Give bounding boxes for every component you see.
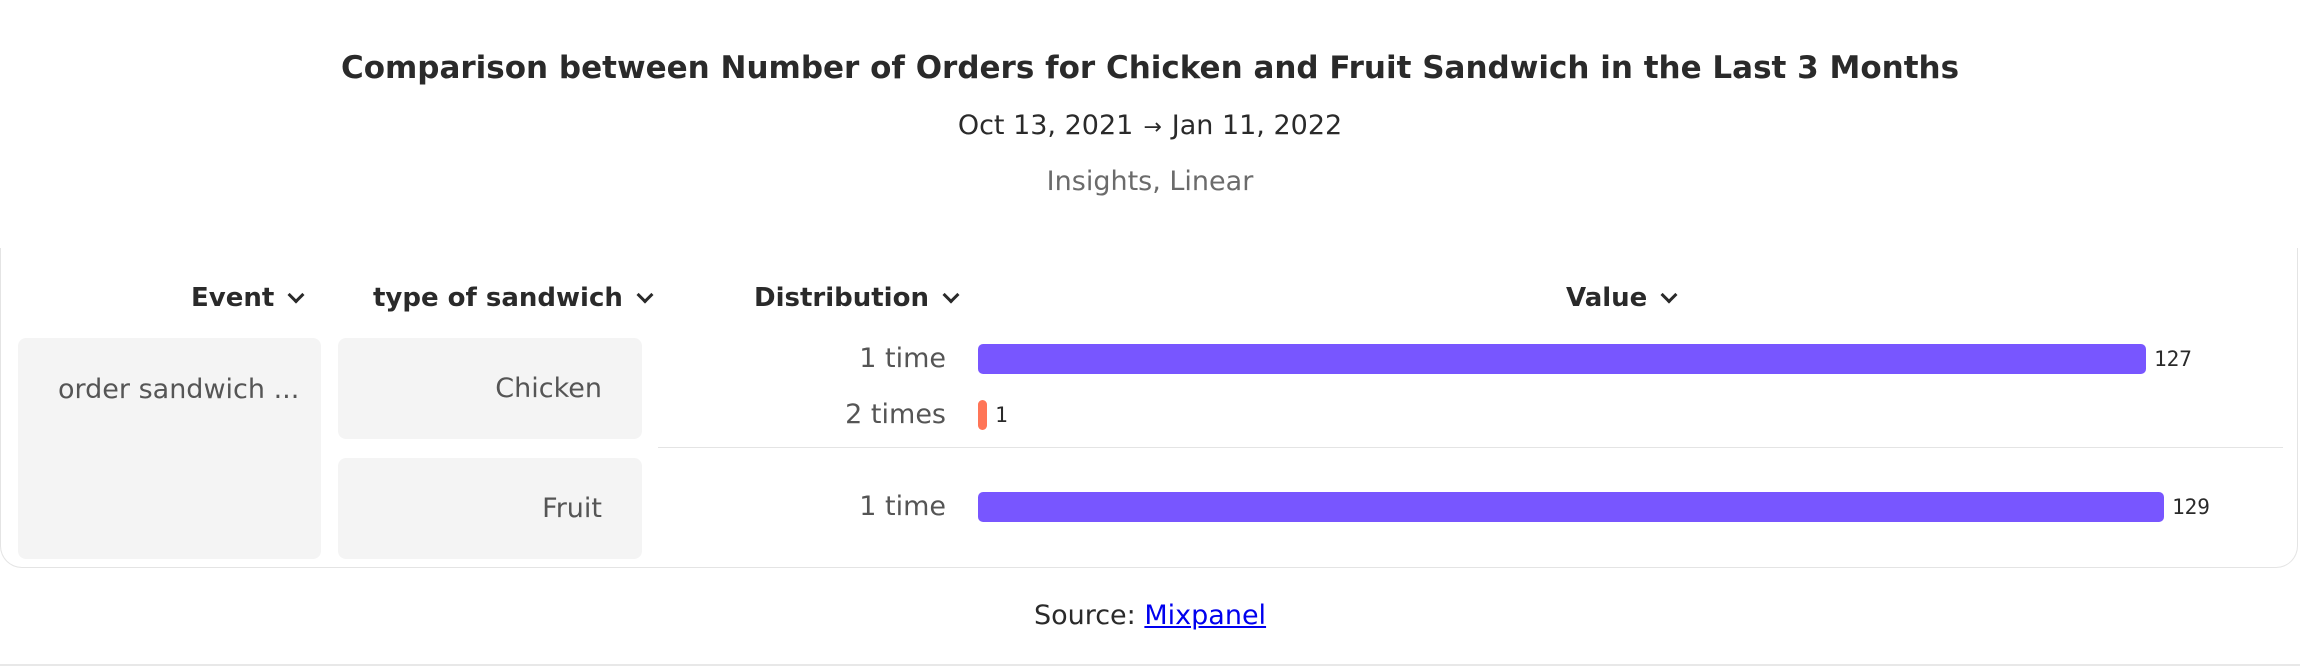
chart-title: Comparison between Number of Orders for … — [340, 50, 1960, 86]
column-header-distribution[interactable]: Distribution — [754, 280, 960, 316]
column-header-type-label: type of sandwich — [373, 283, 623, 313]
source-prefix: Source: — [1033, 600, 1136, 631]
chart-subtitle: Insights, Linear — [1046, 166, 1254, 197]
distribution-label: 2 times — [845, 399, 946, 430]
chart-page: Comparison between Number of Orders for … — [0, 0, 2300, 666]
type-cell-fruit[interactable]: Fruit — [338, 458, 642, 559]
bar-value-label: 129 — [2172, 495, 2210, 519]
event-cell[interactable]: order sandwich ... — [18, 338, 321, 559]
source-link[interactable]: Mixpanel — [1144, 600, 1266, 631]
type-label-fruit: Fruit — [542, 493, 602, 524]
source-footer: Source: Mixpanel — [0, 598, 2300, 634]
bar-value-label: 1 — [995, 403, 1008, 427]
event-name: order sandwich ... — [58, 374, 300, 405]
type-cell-chicken[interactable]: Chicken — [338, 338, 642, 439]
column-header-event[interactable]: Event — [191, 280, 305, 316]
distribution-label: 1 time — [859, 491, 946, 522]
column-header-distribution-label: Distribution — [754, 283, 929, 313]
distribution-label: 1 time — [859, 343, 946, 374]
date-range: Oct 13, 2021 → Jan 11, 2022 — [0, 108, 2300, 146]
chevron-down-icon — [942, 286, 960, 304]
chevron-down-icon — [287, 286, 305, 304]
bar-value-label: 127 — [2154, 347, 2192, 371]
column-header-event-label: Event — [191, 283, 275, 313]
chevron-down-icon — [1660, 286, 1678, 304]
chevron-down-icon — [636, 286, 654, 304]
arrow-right-icon: → — [1143, 115, 1162, 140]
column-header-value[interactable]: Value — [1566, 280, 1678, 316]
date-start: Oct 13, 2021 — [957, 110, 1134, 141]
column-header-value-label: Value — [1566, 283, 1648, 313]
bar-chicken-1-time[interactable] — [978, 344, 2146, 374]
column-header-type[interactable]: type of sandwich — [373, 280, 654, 316]
bar-chicken-2-times[interactable] — [978, 400, 987, 430]
type-label-chicken: Chicken — [495, 373, 602, 404]
bar-fruit-1-time[interactable] — [978, 492, 2164, 522]
group-separator — [658, 447, 2283, 448]
date-end: Jan 11, 2022 — [1171, 110, 1343, 141]
